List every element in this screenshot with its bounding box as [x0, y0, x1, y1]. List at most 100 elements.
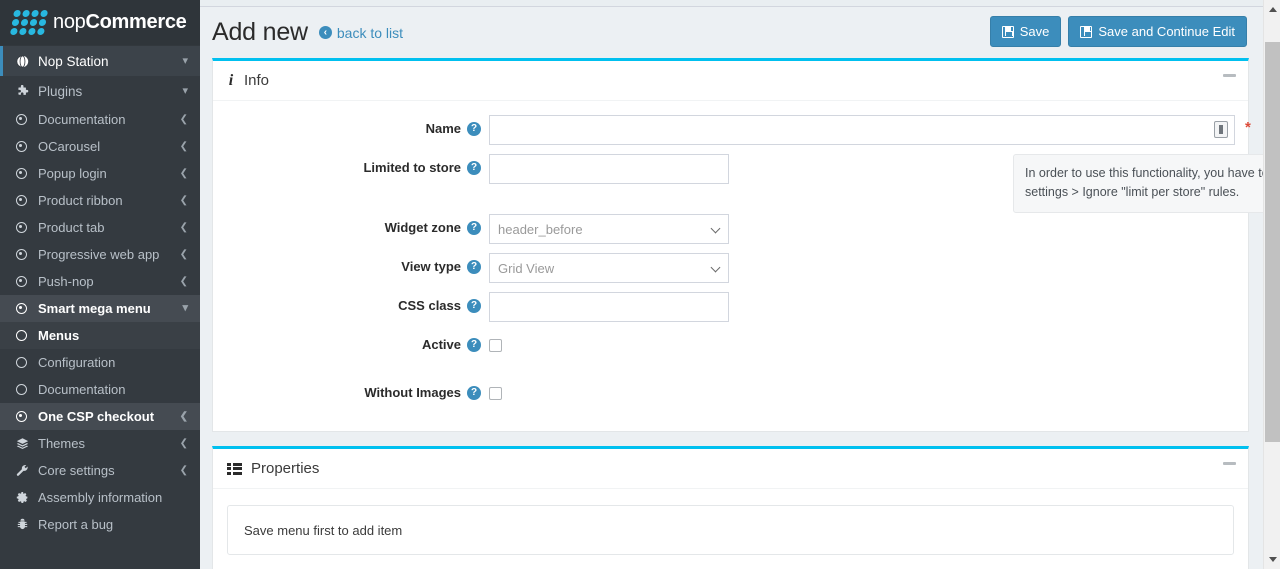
save-button[interactable]: Save — [989, 16, 1062, 47]
sidebar-item-documentation[interactable]: Documentation — [0, 376, 200, 403]
sidebar-item-configuration[interactable]: Configuration — [0, 349, 200, 376]
without-images-control — [489, 379, 1234, 405]
limited-to-store-control: In order to use this functionality, you … — [489, 154, 1263, 213]
properties-panel-title-wrap: Properties — [227, 460, 319, 477]
sidebar: nopCommerce Nop Station ▾ Plugins ▾ Document… — [0, 0, 200, 569]
scrollbar-thumb[interactable] — [1265, 42, 1280, 442]
chevron-left-icon: ❮ — [179, 275, 188, 287]
question-mark-icon[interactable]: ? — [467, 298, 481, 313]
sidebar-item-plugins[interactable]: Plugins ▾ — [0, 76, 200, 106]
limited-to-store-input[interactable] — [489, 154, 729, 184]
view-type-value: Grid View — [498, 260, 555, 276]
sidebar-item-progressive-web-app[interactable]: Progressive web app ❮ — [0, 241, 200, 268]
radio-dot-icon — [16, 195, 38, 206]
sidebar-nav: Nop Station ▾ Plugins ▾ Documentation ❮ OCarou… — [0, 46, 200, 538]
sidebar-item-one-csp-checkout[interactable]: One CSP checkout ❮ — [0, 403, 200, 430]
sidebar-item-core-settings[interactable]: Core settings ❮ — [0, 457, 200, 484]
sidebar-item-push-nop[interactable]: Push-nop ❮ — [0, 268, 200, 295]
info-panel-header: i Info — [213, 61, 1248, 101]
brand-logo[interactable]: nopCommerce — [0, 0, 200, 46]
widget-zone-select[interactable]: header_before — [489, 214, 729, 244]
arrow-left-circle-icon: ‹ — [318, 26, 332, 39]
sidebar-item-label: Assembly information — [38, 490, 163, 505]
radio-dot-icon — [16, 114, 38, 125]
triangle-up-icon — [1268, 7, 1277, 12]
sidebar-item-report-a-bug[interactable]: Report a bug — [0, 511, 200, 538]
chevron-down-icon — [710, 262, 721, 273]
properties-panel: Properties Save menu first to add item — [212, 446, 1249, 569]
limited-to-store-label: Limited to store — [363, 160, 461, 175]
sidebar-item-menus[interactable]: Menus — [0, 322, 200, 349]
field-row-css-class: CSS class ? — [227, 292, 1234, 322]
back-to-list-link[interactable]: ‹ back to list — [318, 24, 404, 41]
scroll-down-button[interactable] — [1264, 551, 1280, 568]
radio-dot-icon — [16, 411, 38, 422]
sidebar-item-label: OCarousel — [38, 139, 101, 154]
view-type-label-wrap: View type ? — [227, 253, 489, 274]
sidebar-item-label: Push-nop — [38, 274, 94, 289]
scroll-up-button[interactable] — [1264, 1, 1280, 18]
sidebar-item-themes[interactable]: Themes ❮ — [0, 430, 200, 457]
sidebar-item-product-ribbon[interactable]: Product ribbon ❮ — [0, 187, 200, 214]
chevron-left-icon: ❮ — [179, 140, 188, 152]
sidebar-item-label: Core settings — [38, 463, 115, 478]
sidebar-item-product-tab[interactable]: Product tab ❮ — [0, 214, 200, 241]
info-panel-collapse-button[interactable] — [1223, 74, 1236, 77]
page-title: Add new — [212, 18, 308, 46]
info-panel: i Info Name ? * Limited to store ? In or… — [212, 58, 1263, 432]
widget-zone-label-wrap: Widget zone ? — [227, 214, 489, 235]
radio-dot-icon — [16, 141, 38, 152]
sidebar-item-popup-login[interactable]: Popup login ❮ — [0, 160, 200, 187]
circle-icon — [16, 330, 38, 341]
question-mark-icon[interactable]: ? — [467, 220, 481, 235]
css-class-control — [489, 292, 1234, 322]
field-row-name: Name ? * — [227, 115, 1251, 145]
sidebar-item-label: Progressive web app — [38, 247, 160, 262]
view-type-select[interactable]: Grid View — [489, 253, 729, 283]
localization-icon[interactable] — [1214, 121, 1228, 138]
sidebar-item-label: Documentation — [38, 382, 126, 397]
sidebar-item-ocarousel[interactable]: OCarousel ❮ — [0, 133, 200, 160]
sidebar-item-assembly-information[interactable]: Assembly information — [0, 484, 200, 511]
sidebar-item-label: Report a bug — [38, 517, 114, 532]
sidebar-item-label: Plugins — [38, 83, 83, 99]
view-type-label: View type — [401, 259, 461, 274]
properties-empty-message: Save menu first to add item — [244, 522, 403, 538]
sidebar-item-label: Nop Station — [38, 53, 109, 69]
brand-name: nopCommerce — [53, 11, 187, 34]
chevron-left-icon: ❮ — [179, 113, 188, 125]
chevron-left-icon: ❮ — [179, 410, 188, 422]
sidebar-item-smart-mega-menu[interactable]: Smart mega menu ▾ — [0, 295, 200, 322]
properties-panel-collapse-button[interactable] — [1223, 462, 1236, 465]
question-mark-icon[interactable]: ? — [467, 337, 481, 352]
active-checkbox[interactable] — [489, 339, 502, 352]
question-mark-icon[interactable]: ? — [467, 121, 481, 136]
without-images-label-wrap: Without Images ? — [227, 379, 489, 400]
sidebar-item-nop-station[interactable]: Nop Station ▾ — [0, 46, 200, 76]
sidebar-item-documentation[interactable]: Documentation ❮ — [0, 106, 200, 133]
content-header: Add new ‹ back to list Save Save and Con… — [200, 7, 1263, 58]
header-actions: Save Save and Continue Edit — [989, 16, 1247, 47]
main-content: Add new ‹ back to list Save Save and Con… — [200, 0, 1263, 569]
circle-icon — [16, 384, 38, 395]
back-to-list-label: back to list — [336, 24, 404, 41]
without-images-checkbox[interactable] — [489, 387, 502, 400]
radio-dot-icon — [16, 276, 38, 287]
dots-logo-icon — [9, 10, 49, 35]
sidebar-item-label: Popup login — [38, 166, 107, 181]
info-panel-title: Info — [244, 72, 270, 89]
save-and-continue-edit-label: Save and Continue Edit — [1098, 24, 1235, 39]
question-mark-icon[interactable]: ? — [467, 385, 481, 400]
chevron-down-icon: ▾ — [182, 84, 188, 97]
css-class-input[interactable] — [489, 292, 729, 322]
question-mark-icon[interactable]: ? — [467, 259, 481, 274]
name-input[interactable] — [489, 115, 1235, 145]
widget-zone-control: header_before — [489, 214, 1234, 244]
brand-name-light: nop — [53, 11, 86, 33]
floppy-disk-icon — [1001, 25, 1014, 38]
save-and-continue-edit-button[interactable]: Save and Continue Edit — [1068, 16, 1247, 47]
page-scrollbar[interactable] — [1263, 0, 1280, 569]
question-mark-icon[interactable]: ? — [467, 160, 481, 175]
info-panel-body: Name ? * Limited to store ? In order to … — [213, 101, 1263, 431]
properties-empty-message-box: Save menu first to add item — [227, 505, 1234, 555]
